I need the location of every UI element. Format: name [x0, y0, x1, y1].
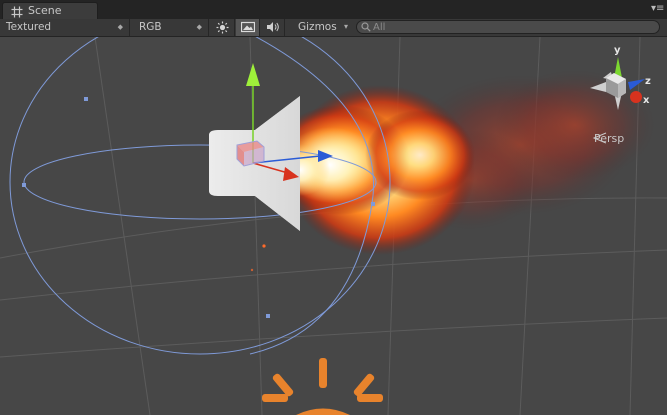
axis-label-x: x — [643, 95, 650, 106]
gizmos-dropdown[interactable]: Gizmos ▾ — [292, 19, 352, 36]
axis-label-z: z — [645, 76, 651, 87]
gizmos-label: Gizmos — [298, 21, 337, 33]
scene-tab-icon — [11, 6, 23, 18]
chevron-down-icon: ▾ — [343, 22, 348, 31]
scene-fx-toggle-button[interactable] — [236, 19, 260, 36]
dropdown-arrow-icon: ◆ — [196, 23, 202, 31]
search-field[interactable] — [356, 20, 660, 34]
render-mode-dropdown[interactable]: Textured ◆ — [0, 19, 130, 36]
audio-toggle-button[interactable] — [261, 19, 285, 36]
search-input[interactable] — [373, 21, 653, 33]
sun-icon — [216, 21, 229, 34]
axis-label-y: y — [614, 45, 621, 56]
color-mode-dropdown[interactable]: RGB ◆ — [133, 19, 209, 36]
tab-scene[interactable]: Scene — [2, 2, 98, 19]
tab-menu-icon[interactable]: ▾≡ — [651, 3, 664, 15]
scene-toolbar: Textured ◆ RGB ◆ Gizmos ▾ All — [0, 19, 667, 37]
image-icon — [241, 21, 255, 33]
lighting-toggle-button[interactable] — [211, 19, 235, 36]
scene-viewport[interactable]: y z x Persp — [0, 37, 667, 415]
particle-effect[interactable] — [250, 70, 655, 272]
color-mode-label: RGB — [139, 21, 162, 33]
light-gizmo-icon[interactable] — [262, 358, 383, 415]
tab-bar: Scene ▾≡ — [0, 0, 667, 20]
projection-label[interactable]: Persp — [594, 132, 624, 145]
audio-icon — [267, 22, 279, 32]
scene-canvas[interactable]: y z x — [0, 37, 667, 415]
dropdown-arrow-icon: ◆ — [117, 23, 123, 31]
render-mode-label: Textured — [6, 21, 52, 33]
scene-window: Scene ▾≡ Textured ◆ RGB ◆ Gizmos ▾ All y… — [0, 0, 667, 415]
tab-title: Scene — [28, 4, 62, 17]
search-icon — [361, 22, 371, 32]
